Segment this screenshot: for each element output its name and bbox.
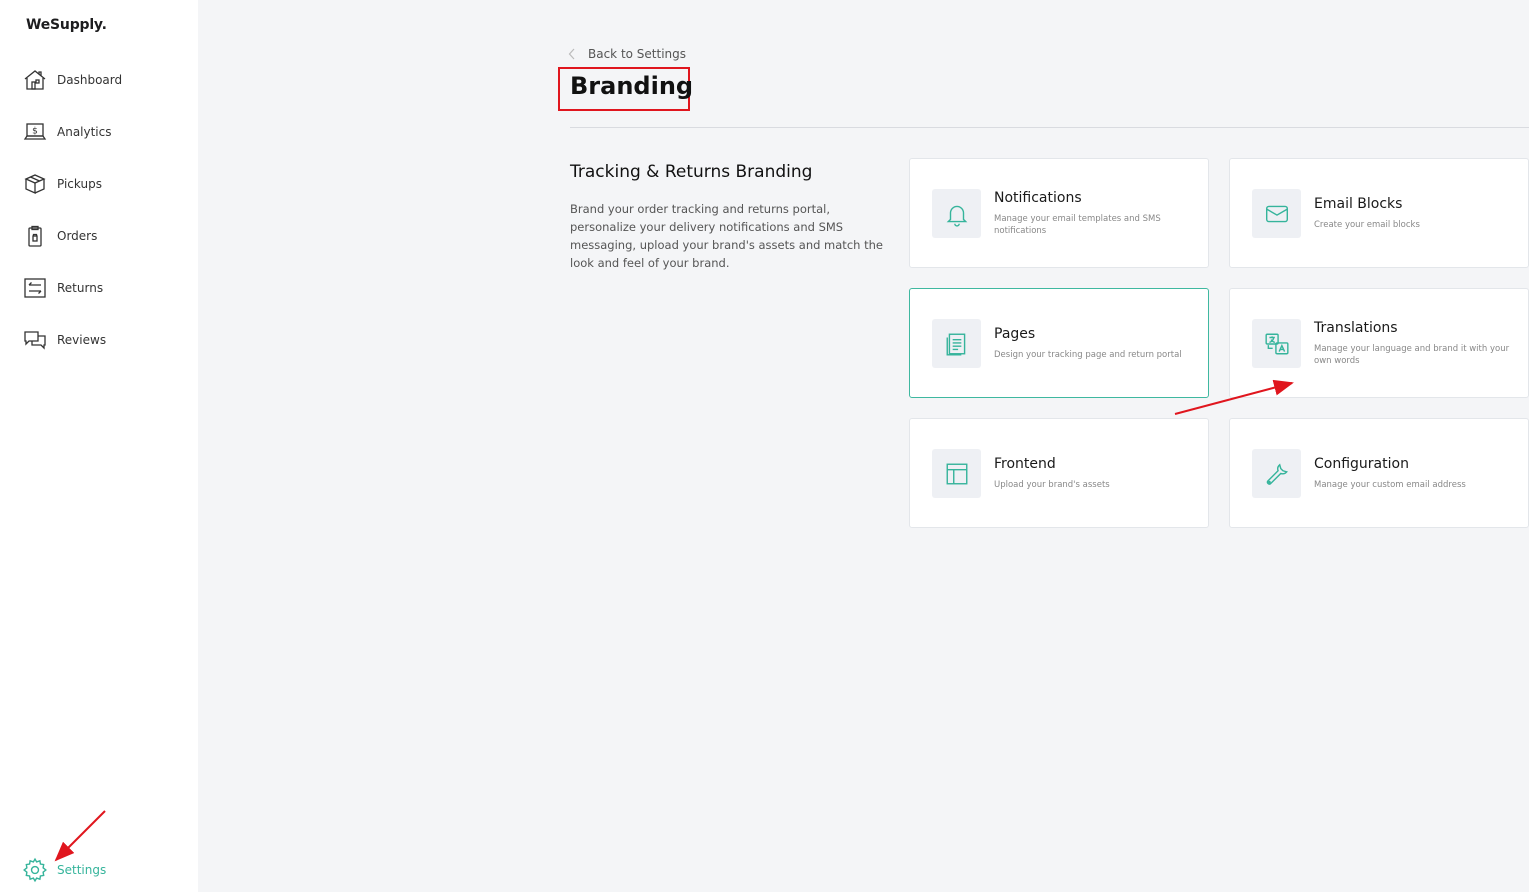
card-title: Email Blocks xyxy=(1314,196,1403,212)
card-email-blocks[interactable]: Email Blocks Create your email blocks xyxy=(1229,158,1529,268)
document-icon xyxy=(932,319,981,368)
layout-icon xyxy=(932,449,981,498)
sidebar-item-label: Returns xyxy=(57,281,104,295)
card-description: Upload your brand's assets xyxy=(994,480,1110,490)
laptop-dollar-icon: $ xyxy=(22,119,48,145)
card-pages[interactable]: Pages Design your tracking page and retu… xyxy=(909,288,1209,398)
sidebar-item-label: Dashboard xyxy=(57,73,123,87)
card-frontend[interactable]: Frontend Upload your brand's assets xyxy=(909,418,1209,528)
card-title: Frontend xyxy=(994,456,1056,472)
card-description: Manage your custom email address xyxy=(1314,480,1466,490)
card-title: Pages xyxy=(994,326,1036,342)
sidebar-item-analytics[interactable]: $ Analytics xyxy=(22,119,112,145)
sidebar-item-label: Settings xyxy=(57,863,107,877)
box-icon xyxy=(22,171,48,197)
sidebar-item-reviews[interactable]: Reviews xyxy=(22,327,106,353)
card-title: Configuration xyxy=(1314,456,1409,472)
sidebar-item-dashboard[interactable]: Dashboard xyxy=(22,67,122,93)
card-title: Translations xyxy=(1314,320,1398,336)
sidebar: WeSupply. Dashboard $ Analytics Pickups … xyxy=(0,0,198,892)
home-icon xyxy=(22,67,48,93)
page-title: Branding xyxy=(570,72,694,100)
sidebar-item-label: Orders xyxy=(57,229,98,243)
sidebar-item-pickups[interactable]: Pickups xyxy=(22,171,102,197)
sidebar-item-label: Analytics xyxy=(57,125,112,139)
card-translations[interactable]: Translations Manage your language and br… xyxy=(1229,288,1529,398)
card-description: Create your email blocks xyxy=(1314,220,1420,230)
card-configuration[interactable]: Configuration Manage your custom email a… xyxy=(1229,418,1529,528)
sidebar-item-label: Pickups xyxy=(57,177,102,191)
section-description: Brand your order tracking and returns po… xyxy=(570,202,883,270)
sidebar-item-orders[interactable]: Orders xyxy=(22,223,97,249)
gear-icon xyxy=(22,857,48,883)
returns-icon xyxy=(22,275,48,301)
card-description: Manage your language and brand it with y… xyxy=(1314,344,1510,366)
wrench-icon xyxy=(1252,449,1301,498)
divider xyxy=(570,127,1529,128)
clipboard-icon xyxy=(22,223,48,249)
sidebar-item-label: Reviews xyxy=(57,333,107,347)
back-to-settings-link[interactable]: Back to Settings xyxy=(568,45,686,63)
sidebar-item-returns[interactable]: Returns xyxy=(22,275,103,301)
chevron-left-icon xyxy=(568,45,576,64)
chat-icon xyxy=(22,327,48,353)
card-notifications[interactable]: Notifications Manage your email template… xyxy=(909,158,1209,268)
card-description: Manage your email templates and SMS noti… xyxy=(994,214,1161,236)
section-title: Tracking & Returns Branding xyxy=(570,162,813,182)
envelope-icon xyxy=(1252,189,1301,238)
card-description: Design your tracking page and return por… xyxy=(994,350,1182,360)
translate-icon xyxy=(1252,319,1301,368)
card-title: Notifications xyxy=(994,190,1082,206)
back-label: Back to Settings xyxy=(588,47,687,61)
app-logo[interactable]: WeSupply. xyxy=(26,17,107,33)
sidebar-item-settings[interactable]: Settings xyxy=(22,857,106,883)
bell-icon xyxy=(932,189,981,238)
svg-text:$: $ xyxy=(32,127,38,137)
